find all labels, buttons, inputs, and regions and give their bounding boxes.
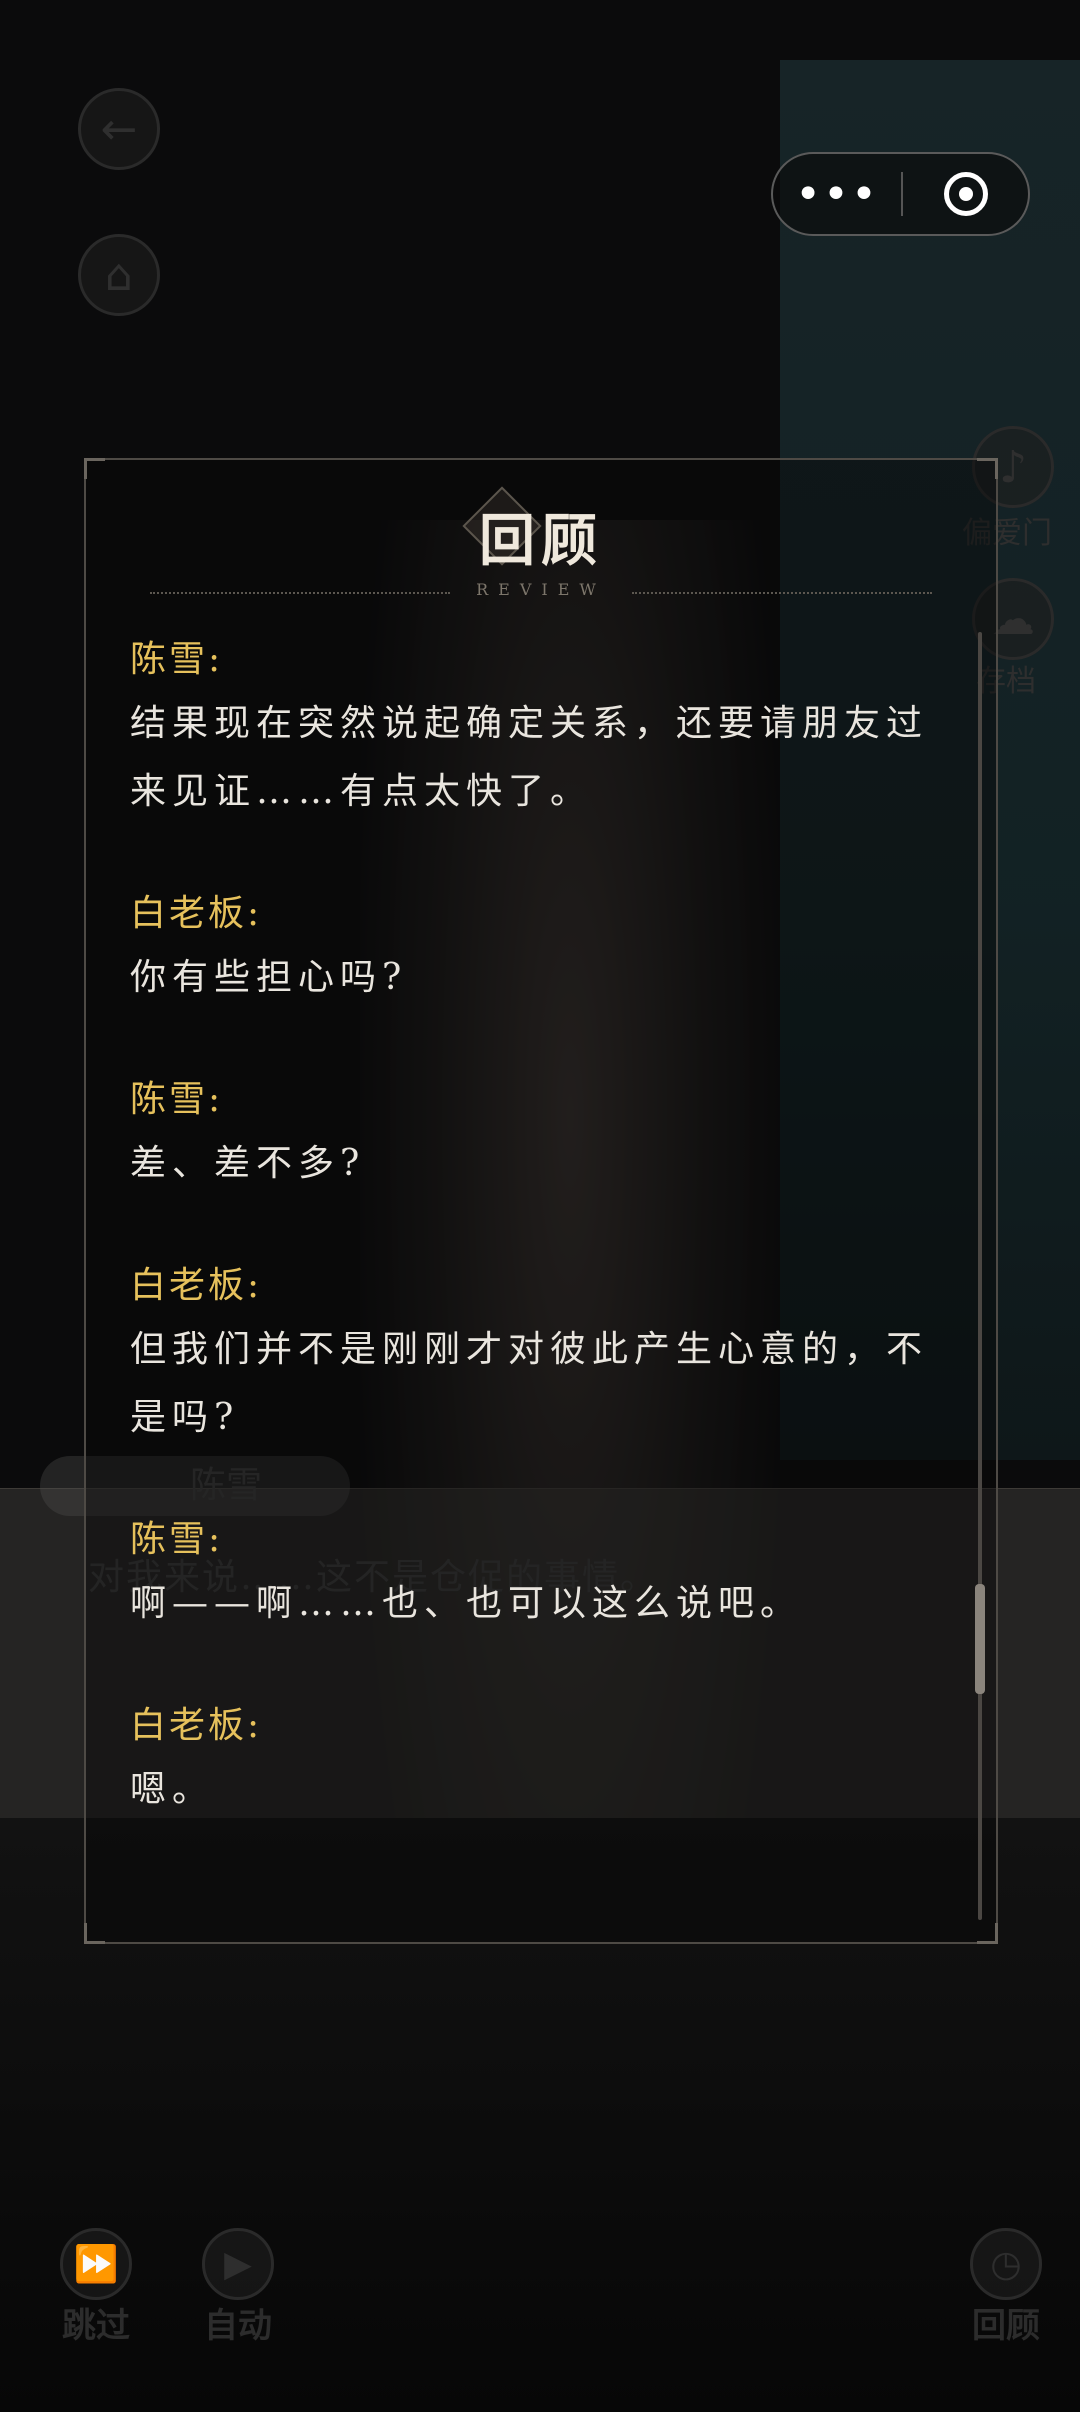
target-close-icon [943,172,988,216]
speaker-name: 白老板: [130,1265,263,1306]
miniprogram-capsule: ••• [771,152,1030,236]
speaker-name: 陈雪: [130,639,224,680]
back-button[interactable]: ← [78,88,160,170]
dialog-line: 啊——啊……也、也可以这么说吧。 [130,1583,803,1624]
review-entry: 陈雪: 啊——啊……也、也可以这么说吧。 [130,1512,942,1638]
speaker-name: 白老板: [130,893,263,934]
dialog-line: 结果现在突然说起确定关系，还要请朋友过来见证……有点太快了。 [130,703,929,812]
clock-icon: ◷ [990,2243,1022,2285]
dialog-line: 但我们并不是刚刚才对彼此产生心意的，不是吗? [130,1329,929,1438]
review-entry: 白老板: 你有些担心吗? [130,886,942,1012]
close-button[interactable] [903,154,1028,234]
dialog-line: 差、差不多? [130,1143,366,1184]
dialog-line: 嗯。 [130,1769,215,1810]
speaker-name: 陈雪: [130,1079,224,1120]
review-list[interactable]: 陈雪: 结果现在突然说起确定关系，还要请朋友过来见证……有点太快了。 白老板: … [130,632,942,1884]
review-entry: 白老板: 但我们并不是刚刚才对彼此产生心意的，不是吗? [130,1258,942,1452]
speaker-name: 陈雪: [130,1519,224,1560]
dialog-line: 你有些担心吗? [130,957,408,998]
play-icon: ▶ [224,2243,252,2285]
review-subtitle: REVIEW [476,580,606,599]
scrollbar-track[interactable] [978,632,982,1920]
home-icon: ⌂ [105,249,133,301]
more-dots-icon: ••• [795,168,879,220]
speaker-name: 白老板: [130,1705,263,1746]
review-title: 回顾 [479,508,603,574]
review-entry: 陈雪: 差、差不多? [130,1072,942,1198]
home-button[interactable]: ⌂ [78,234,160,316]
review-entry: 白老板: 嗯。 [130,1698,942,1824]
review-entry: 陈雪: 结果现在突然说起确定关系，还要请朋友过来见证……有点太快了。 [130,632,942,826]
auto-label: 自动 [204,2306,272,2346]
skip-label: 跳过 [62,2306,130,2346]
skip-button[interactable]: ⏩ [60,2228,132,2300]
scrollbar-thumb[interactable] [975,1584,985,1694]
review-label: 回顾 [972,2306,1040,2346]
fast-forward-icon: ⏩ [73,2244,119,2285]
more-button[interactable]: ••• [773,154,901,234]
review-button[interactable]: ◷ [970,2228,1042,2300]
review-panel: 回顾 REVIEW 陈雪: 结果现在突然说起确定关系，还要请朋友过来见证……有点… [84,458,998,1944]
back-arrow-icon: ← [100,103,138,155]
music-icon: ♪ [998,441,1028,493]
auto-button[interactable]: ▶ [202,2228,274,2300]
